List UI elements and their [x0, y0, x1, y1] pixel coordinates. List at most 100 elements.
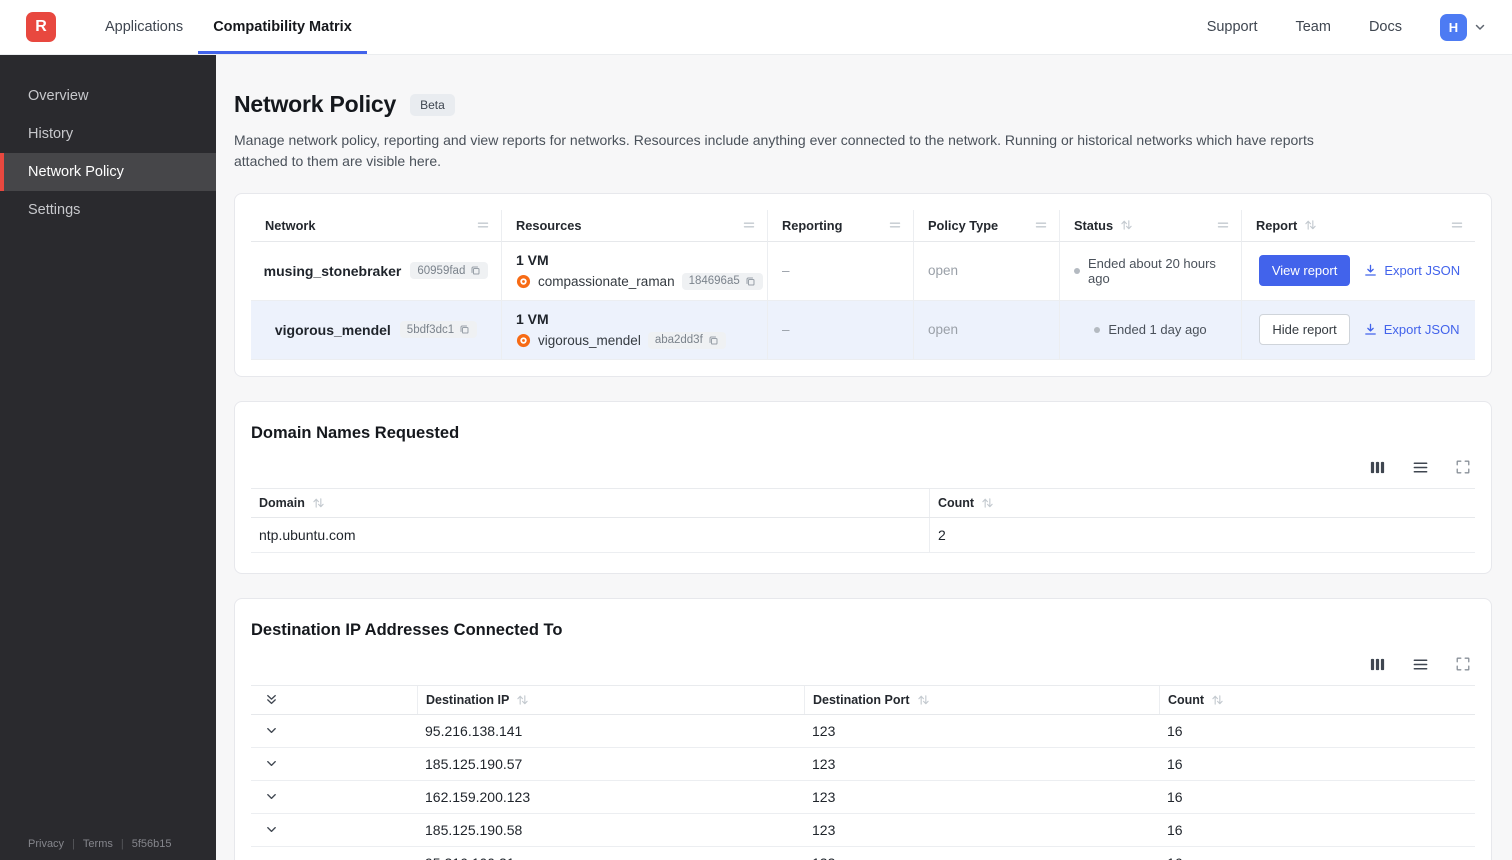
- destinations-toolbar: [251, 656, 1471, 673]
- domains-table-header: Domain Count: [251, 487, 1475, 518]
- team-link[interactable]: Team: [1295, 19, 1330, 35]
- page-header: Network Policy Beta: [234, 91, 1492, 118]
- network-table-row[interactable]: musing_stonebraker 60959fad 1 VM compass…: [251, 241, 1475, 301]
- destination-ip: 95.216.138.141: [425, 722, 523, 739]
- sidebar-footer: Privacy | Terms | 5f56b15: [28, 838, 172, 850]
- count-value: 16: [1167, 722, 1183, 739]
- vm-count: 1 VM: [516, 310, 549, 327]
- row-expand-icon[interactable]: [265, 724, 278, 737]
- sidebar-item-history[interactable]: History: [0, 115, 216, 153]
- network-id-chip: 5bdf3dc1: [399, 321, 478, 339]
- column-menu-icon[interactable]: [477, 219, 489, 231]
- avatar[interactable]: H: [1440, 13, 1467, 41]
- docs-link[interactable]: Docs: [1369, 19, 1402, 35]
- row-expand-icon[interactable]: [265, 757, 278, 770]
- domains-toolbar: [251, 459, 1471, 476]
- sort-icon[interactable]: [516, 694, 529, 706]
- row-expand-icon[interactable]: [265, 856, 278, 860]
- rows-density-icon[interactable]: [1412, 459, 1429, 476]
- primary-nav: Applications Compatibility Matrix: [90, 0, 367, 54]
- row-expand-icon[interactable]: [265, 823, 278, 836]
- network-id-chip: 60959fad: [410, 262, 489, 280]
- columns-icon[interactable]: [1369, 656, 1386, 673]
- resource-id-chip: aba2dd3f: [647, 331, 726, 349]
- export-json-link[interactable]: Export JSON: [1363, 322, 1460, 337]
- nav-tab-applications[interactable]: Applications: [90, 0, 198, 54]
- beta-badge: Beta: [410, 93, 455, 116]
- sort-icon[interactable]: [1120, 219, 1133, 231]
- sort-icon[interactable]: [917, 694, 930, 706]
- column-menu-icon[interactable]: [1035, 219, 1047, 231]
- domain-value: ntp.ubuntu.com: [259, 526, 356, 543]
- domain-table-row[interactable]: ntp.ubuntu.com 2: [251, 517, 1475, 553]
- sidebar-item-network-policy[interactable]: Network Policy: [0, 153, 216, 191]
- destination-port: 123: [804, 847, 1159, 860]
- sidebar-item-overview[interactable]: Overview: [0, 77, 216, 115]
- terms-link[interactable]: Terms: [83, 838, 113, 850]
- count-value: 16: [1167, 788, 1183, 805]
- count-value: 2: [929, 517, 1475, 552]
- resource-id-chip: 184696a5: [681, 272, 763, 290]
- count-value: 16: [1159, 847, 1475, 860]
- network-table-row[interactable]: vigorous_mendel 5bdf3dc1 1 VM vigorous_m…: [251, 300, 1475, 360]
- destination-ip: 95.216.100.21: [417, 847, 804, 860]
- chevron-down-icon[interactable]: [1474, 21, 1486, 33]
- column-menu-icon[interactable]: [1217, 219, 1229, 231]
- nav-tab-compatibility-matrix[interactable]: Compatibility Matrix: [198, 0, 367, 54]
- support-link[interactable]: Support: [1207, 19, 1258, 35]
- destination-table-row[interactable]: 95.216.100.21 123 16: [251, 847, 1475, 860]
- fullscreen-icon[interactable]: [1455, 656, 1471, 672]
- destination-table-row[interactable]: 185.125.190.57 123 16: [251, 748, 1475, 781]
- top-navigation-bar: R Applications Compatibility Matrix Supp…: [0, 0, 1512, 55]
- columns-icon[interactable]: [1369, 459, 1386, 476]
- destination-ip: 162.159.200.123: [425, 788, 531, 805]
- fullscreen-icon[interactable]: [1455, 459, 1471, 475]
- hide-report-button[interactable]: Hide report: [1259, 314, 1350, 346]
- resource-icon: [516, 274, 531, 289]
- column-header-network: Network: [251, 210, 501, 242]
- column-header-policy-type: Policy Type: [913, 209, 1059, 242]
- rows-density-icon[interactable]: [1412, 656, 1429, 673]
- networks-table-header: Network Resources Reporting Policy Type …: [251, 209, 1475, 242]
- main-content: Network Policy Beta Manage network polic…: [216, 55, 1512, 860]
- sort-icon[interactable]: [312, 497, 325, 509]
- user-menu[interactable]: H: [1440, 13, 1486, 41]
- copy-icon[interactable]: [708, 335, 719, 346]
- column-menu-icon[interactable]: [889, 219, 901, 231]
- column-header-resources: Resources: [501, 209, 767, 242]
- sort-icon[interactable]: [1211, 694, 1224, 706]
- column-header-count[interactable]: Count: [929, 488, 1475, 517]
- networks-table-body: musing_stonebraker 60959fad 1 VM compass…: [251, 241, 1475, 360]
- destination-table-row[interactable]: 162.159.200.123 123 16: [251, 781, 1475, 814]
- sidebar-item-settings[interactable]: Settings: [0, 191, 216, 229]
- topbar-left: R Applications Compatibility Matrix: [26, 0, 367, 54]
- view-report-button[interactable]: View report: [1258, 255, 1351, 287]
- column-header-destination-port[interactable]: Destination Port: [804, 685, 1159, 714]
- column-header-destination-ip[interactable]: Destination IP: [417, 685, 804, 714]
- domains-card: Domain Names Requested Domain Count ntp.…: [234, 400, 1492, 574]
- resource-icon: [516, 333, 531, 348]
- copy-icon[interactable]: [459, 324, 470, 335]
- column-menu-icon[interactable]: [1451, 219, 1463, 231]
- destination-port: 123: [812, 821, 836, 838]
- copy-icon[interactable]: [745, 276, 756, 287]
- column-header-count[interactable]: Count: [1159, 685, 1475, 714]
- expand-all-icon[interactable]: [265, 693, 278, 706]
- destination-table-row[interactable]: 185.125.190.58 123 16: [251, 814, 1475, 847]
- app-logo[interactable]: R: [26, 12, 56, 42]
- sort-icon[interactable]: [981, 497, 994, 509]
- footer-divider: |: [120, 838, 124, 850]
- column-header-status[interactable]: Status: [1059, 209, 1241, 242]
- privacy-link[interactable]: Privacy: [28, 838, 64, 850]
- column-header-report[interactable]: Report: [1241, 209, 1475, 242]
- export-json-link[interactable]: Export JSON: [1363, 263, 1460, 278]
- status-dot: [1074, 267, 1080, 274]
- row-expand-icon[interactable]: [265, 790, 278, 803]
- destination-table-row[interactable]: 95.216.138.141 123 16: [251, 715, 1475, 748]
- sort-icon[interactable]: [1304, 219, 1317, 231]
- destinations-card-title: Destination IP Addresses Connected To: [251, 620, 563, 639]
- column-menu-icon[interactable]: [743, 219, 755, 231]
- count-value: 16: [1167, 755, 1183, 772]
- column-header-domain[interactable]: Domain: [251, 489, 929, 517]
- copy-icon[interactable]: [470, 265, 481, 276]
